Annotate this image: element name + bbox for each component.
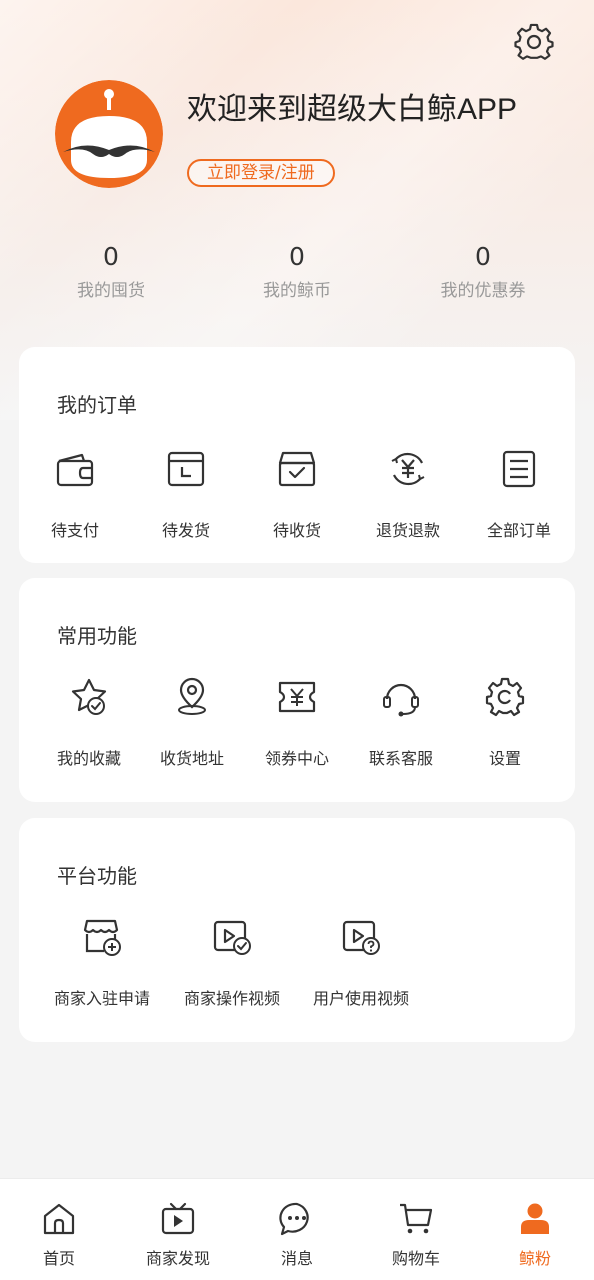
whale-mascot-icon — [55, 80, 163, 188]
order-pending-payment[interactable]: 待支付 — [20, 447, 130, 541]
stat-value: 0 — [475, 242, 491, 271]
function-label: 领券中心 — [264, 749, 329, 768]
refund-icon — [391, 452, 425, 486]
stat-value: 0 — [289, 242, 305, 271]
tab-home[interactable]: 首页 — [4, 1199, 114, 1269]
home-icon — [43, 1203, 75, 1235]
box-check-icon — [278, 451, 316, 487]
merchant-video-item[interactable]: 商家操作视频 — [177, 915, 287, 1009]
tab-messages[interactable]: 消息 — [242, 1199, 352, 1269]
tab-cart[interactable]: 购物车 — [361, 1199, 471, 1269]
headset-icon — [383, 683, 419, 717]
chat-icon — [279, 1202, 309, 1236]
order-all[interactable]: 全部订单 — [464, 447, 574, 541]
tv-icon — [161, 1202, 195, 1235]
orders-card: 我的订单 待支付 待发货 待收货 退货退款 全部订单 — [19, 347, 575, 563]
function-label: 设置 — [488, 749, 521, 768]
order-label: 待发货 — [161, 521, 210, 540]
customer-service-item[interactable]: 联系客服 — [346, 675, 456, 769]
bottom-tab-bar: 首页 商家发现 消息 购物车 鲸粉 — [0, 1178, 594, 1280]
stat-label: 我的囤货 — [77, 281, 145, 301]
order-label: 待收货 — [272, 521, 321, 540]
video-help-icon — [342, 920, 380, 955]
coupon-center-item[interactable]: 领券中心 — [242, 675, 352, 769]
stats-row: 0 我的囤货 0 我的鲸币 0 我的优惠券 — [0, 240, 594, 310]
function-label: 商家入驻申请 — [53, 989, 150, 1008]
tab-whale-fans[interactable]: 鲸粉 — [480, 1199, 590, 1269]
video-check-icon — [213, 920, 251, 955]
gear-icon — [514, 23, 554, 60]
location-icon — [178, 677, 206, 715]
order-label: 待支付 — [50, 521, 99, 540]
package-icon — [167, 451, 205, 487]
common-title: 常用功能 — [57, 624, 137, 648]
welcome-title: 欢迎来到超级大白鲸APP — [187, 93, 518, 126]
stat-stock[interactable]: 0 我的囤货 — [31, 240, 191, 301]
stat-value: 0 — [103, 242, 119, 271]
tab-merchant-discovery[interactable]: 商家发现 — [123, 1199, 233, 1269]
order-list-icon — [502, 450, 536, 488]
order-pending-receipt[interactable]: 待收货 — [242, 447, 352, 541]
favorites-item[interactable]: 我的收藏 — [34, 675, 144, 769]
order-label: 全部订单 — [486, 521, 551, 540]
login-register-button[interactable]: 立即登录/注册 — [187, 159, 335, 187]
cart-icon — [400, 1203, 433, 1234]
function-label: 我的收藏 — [56, 749, 121, 768]
user-video-item[interactable]: 用户使用视频 — [306, 915, 416, 1009]
orders-title: 我的订单 — [57, 393, 137, 417]
tab-label: 购物车 — [391, 1249, 440, 1268]
coupon-icon — [278, 681, 316, 713]
stat-label: 我的优惠券 — [440, 281, 526, 301]
platform-functions-card: 平台功能 商家入驻申请 商家操作视频 用户使用视频 — [19, 818, 575, 1042]
settings-gear-button[interactable] — [514, 22, 554, 62]
tab-label: 首页 — [42, 1249, 75, 1268]
function-label: 用户使用视频 — [312, 989, 409, 1008]
wallet-icon — [56, 453, 94, 487]
stat-coins[interactable]: 0 我的鲸币 — [217, 240, 377, 301]
common-functions-card: 常用功能 我的收藏 收货地址 领券中心 联系客服 设置 — [19, 578, 575, 802]
user-icon — [521, 1203, 549, 1234]
function-label: 商家操作视频 — [183, 989, 280, 1008]
stat-label: 我的鲸币 — [263, 281, 331, 301]
address-item[interactable]: 收货地址 — [137, 675, 247, 769]
store-add-icon — [83, 919, 121, 956]
tab-label: 商家发现 — [145, 1249, 210, 1268]
star-check-icon — [71, 678, 107, 715]
order-label: 退货退款 — [375, 521, 440, 540]
tab-label: 消息 — [280, 1249, 313, 1268]
platform-title: 平台功能 — [57, 864, 137, 888]
avatar[interactable] — [55, 80, 163, 188]
stat-coupons[interactable]: 0 我的优惠券 — [403, 240, 563, 301]
function-label: 收货地址 — [159, 749, 224, 768]
function-label: 联系客服 — [368, 749, 433, 768]
merchant-apply-item[interactable]: 商家入驻申请 — [47, 915, 157, 1009]
settings-item[interactable]: 设置 — [450, 675, 560, 769]
tab-label: 鲸粉 — [518, 1249, 551, 1268]
gear-icon — [485, 677, 525, 717]
order-refund[interactable]: 退货退款 — [353, 447, 463, 541]
order-pending-shipment[interactable]: 待发货 — [131, 447, 241, 541]
